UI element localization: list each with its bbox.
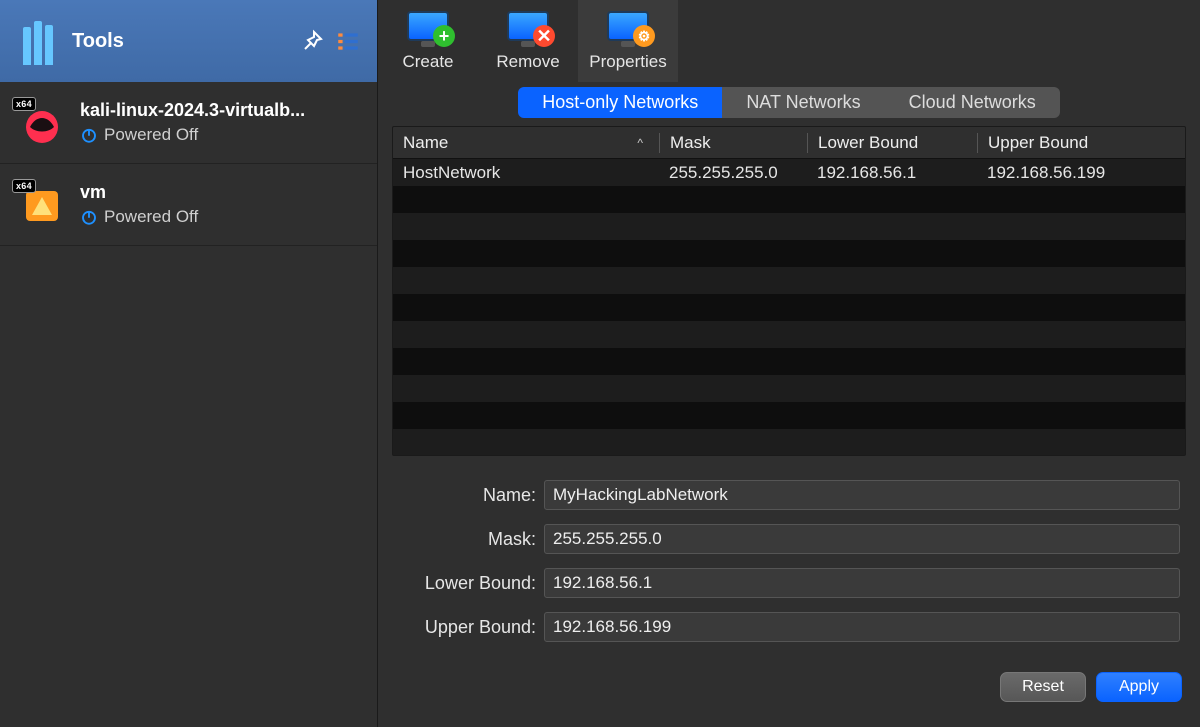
create-button[interactable]: + Create (378, 0, 478, 82)
properties-button[interactable]: ⚙ Properties (578, 0, 678, 82)
table-row (393, 213, 1185, 240)
tab-cloud[interactable]: Cloud Networks (885, 87, 1060, 118)
arch-badge: x64 (12, 179, 36, 193)
table-row (393, 294, 1185, 321)
th-name[interactable]: Name ^ (393, 133, 659, 153)
table-row (393, 186, 1185, 213)
app-root: Tools x64 kali-linux-2024.3-virtualb... … (0, 0, 1200, 727)
network-tabs: Host-only Networks NAT Networks Cloud Ne… (378, 82, 1200, 126)
table-row (393, 240, 1185, 267)
apply-button[interactable]: Apply (1096, 672, 1182, 702)
vm-name: kali-linux-2024.3-virtualb... (80, 100, 305, 121)
network-table: Name ^ Mask Lower Bound Upper Bound HostN… (392, 126, 1186, 456)
vm-os-icon: x64 (18, 99, 66, 147)
remove-icon: ✕ (504, 2, 552, 50)
label-name: Name: (398, 485, 544, 506)
create-icon: + (404, 2, 452, 50)
th-mask[interactable]: Mask (659, 133, 807, 153)
vm-name: vm (80, 182, 198, 203)
vm-text: kali-linux-2024.3-virtualb... Powered Of… (80, 100, 305, 145)
power-icon (80, 126, 98, 144)
input-name[interactable] (544, 480, 1180, 510)
properties-icon: ⚙ (604, 2, 652, 50)
tab-host-only[interactable]: Host-only Networks (518, 87, 722, 118)
input-mask[interactable] (544, 524, 1180, 554)
table-row (393, 267, 1185, 294)
remove-label: Remove (496, 52, 559, 72)
reset-button[interactable]: Reset (1000, 672, 1086, 702)
remove-button[interactable]: ✕ Remove (478, 0, 578, 82)
tools-icon (14, 17, 62, 65)
cell-name: HostNetwork (393, 163, 659, 183)
vm-status: Powered Off (80, 207, 198, 227)
table-body: HostNetwork 255.255.255.0 192.168.56.1 1… (393, 159, 1185, 456)
create-label: Create (402, 52, 453, 72)
tools-header[interactable]: Tools (0, 0, 377, 82)
input-upper-bound[interactable] (544, 612, 1180, 642)
th-lower-bound[interactable]: Lower Bound (807, 133, 977, 153)
arch-badge: x64 (12, 97, 36, 111)
cell-mask: 255.255.255.0 (659, 163, 807, 183)
input-lower-bound[interactable] (544, 568, 1180, 598)
table-row (393, 348, 1185, 375)
pin-icon[interactable] (297, 26, 327, 56)
label-mask: Mask: (398, 529, 544, 550)
power-icon (80, 208, 98, 226)
tab-nat[interactable]: NAT Networks (722, 87, 884, 118)
th-upper-bound[interactable]: Upper Bound (977, 133, 1185, 153)
sidebar: Tools x64 kali-linux-2024.3-virtualb... … (0, 0, 378, 727)
sort-asc-icon: ^ (637, 136, 643, 150)
table-row (393, 429, 1185, 456)
table-row[interactable]: HostNetwork 255.255.255.0 192.168.56.1 1… (393, 159, 1185, 186)
vm-text: vm Powered Off (80, 182, 198, 227)
vm-status-text: Powered Off (104, 125, 198, 145)
list-view-icon[interactable] (333, 26, 363, 56)
label-lower-bound: Lower Bound: (398, 573, 544, 594)
vm-item-vm[interactable]: x64 vm Powered Off (0, 164, 377, 246)
footer: Reset Apply (378, 666, 1200, 712)
table-row (393, 402, 1185, 429)
vm-status-text: Powered Off (104, 207, 198, 227)
properties-label: Properties (589, 52, 666, 72)
table-header: Name ^ Mask Lower Bound Upper Bound (393, 127, 1185, 159)
vm-item-kali[interactable]: x64 kali-linux-2024.3-virtualb... Powere… (0, 82, 377, 164)
cell-upper-bound: 192.168.56.199 (977, 163, 1185, 183)
table-row (393, 375, 1185, 402)
toolbar: + Create ✕ Remove ⚙ Properties (378, 0, 1200, 82)
main-panel: + Create ✕ Remove ⚙ Properties Host-only… (378, 0, 1200, 727)
vm-os-icon: x64 (18, 181, 66, 229)
network-form: Name: Mask: Lower Bound: Upper Bound: (378, 456, 1200, 666)
table-row (393, 321, 1185, 348)
tools-label: Tools (72, 30, 291, 53)
th-name-text: Name (403, 133, 448, 153)
cell-lower-bound: 192.168.56.1 (807, 163, 977, 183)
label-upper-bound: Upper Bound: (398, 617, 544, 638)
vm-status: Powered Off (80, 125, 305, 145)
